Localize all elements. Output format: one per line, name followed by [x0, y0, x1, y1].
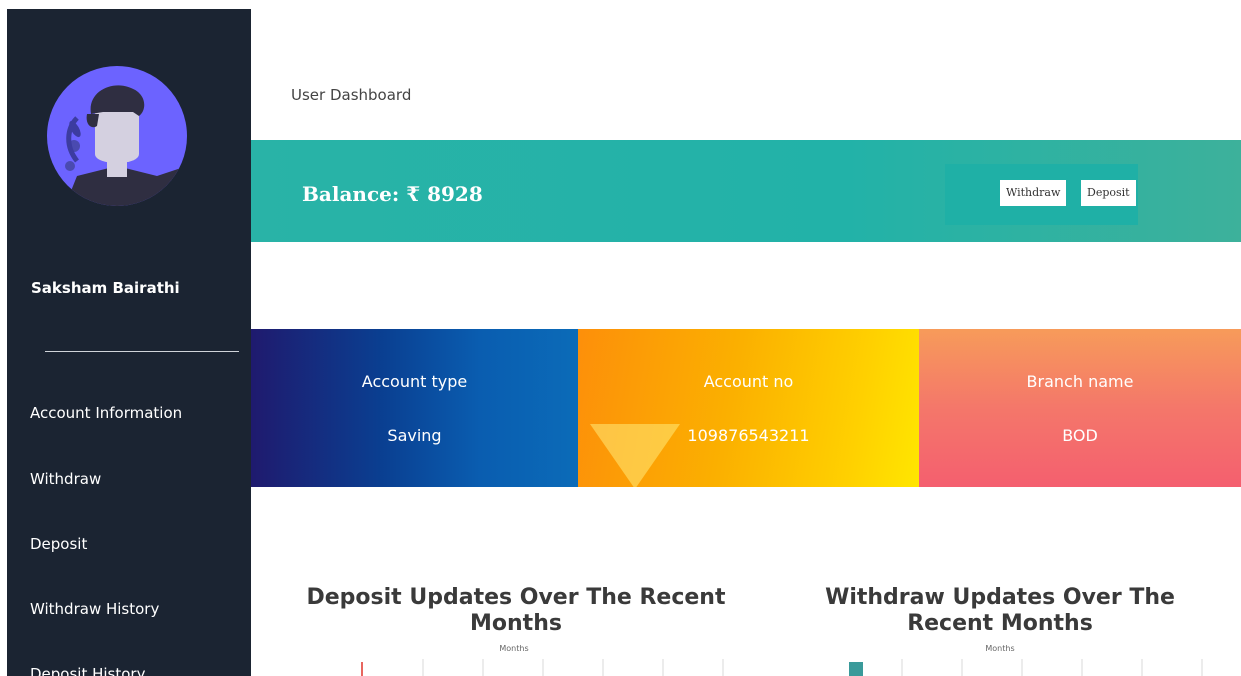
sidebar-item-withdraw[interactable]: Withdraw — [30, 470, 101, 488]
sidebar-item-deposit-history[interactable]: Deposit History — [30, 665, 145, 676]
branch-value: BOD — [1062, 426, 1098, 445]
chart-bar — [361, 662, 363, 676]
account-no-value: 109876543211 — [687, 426, 810, 445]
dashboard-page: Saksham Bairathi Account Information Wit… — [7, 9, 1241, 676]
balance-amount: Balance: ₹ 8928 — [302, 182, 483, 206]
withdraw-chart-xlabel: Months — [985, 644, 1015, 653]
deposit-button[interactable]: Deposit — [1081, 180, 1136, 206]
sidebar-item-account-information[interactable]: Account Information — [30, 404, 182, 422]
withdraw-button[interactable]: Withdraw — [1000, 180, 1067, 206]
chart-bar — [849, 662, 863, 676]
account-no-card: Account no 109876543211 — [578, 329, 919, 487]
sidebar-item-deposit[interactable]: Deposit — [30, 535, 87, 553]
balance-actions: Withdraw Deposit — [945, 164, 1138, 225]
deposit-chart-title: Deposit Updates Over The Recent Months — [306, 585, 726, 636]
sidebar: Saksham Bairathi Account Information Wit… — [7, 9, 251, 676]
user-avatar-icon — [47, 66, 187, 206]
account-type-value: Saving — [387, 426, 442, 445]
account-type-label: Account type — [361, 372, 468, 391]
withdraw-chart-title: Withdraw Updates Over The Recent Months — [825, 585, 1175, 636]
user-name: Saksham Bairathi — [31, 279, 180, 297]
sidebar-item-withdraw-history[interactable]: Withdraw History — [30, 600, 159, 618]
balance-banner: Balance: ₹ 8928 Withdraw Deposit — [251, 140, 1241, 242]
page-title: User Dashboard — [291, 86, 412, 104]
account-no-label: Account no — [703, 372, 794, 391]
branch-label: Branch name — [1026, 372, 1134, 391]
sidebar-divider — [45, 351, 239, 352]
withdraw-chart — [849, 659, 1203, 676]
account-type-card: Account type Saving — [251, 329, 578, 487]
deposit-chart-xlabel: Months — [499, 644, 529, 653]
branch-card: Branch name BOD — [919, 329, 1241, 487]
deposit-chart — [361, 659, 724, 676]
